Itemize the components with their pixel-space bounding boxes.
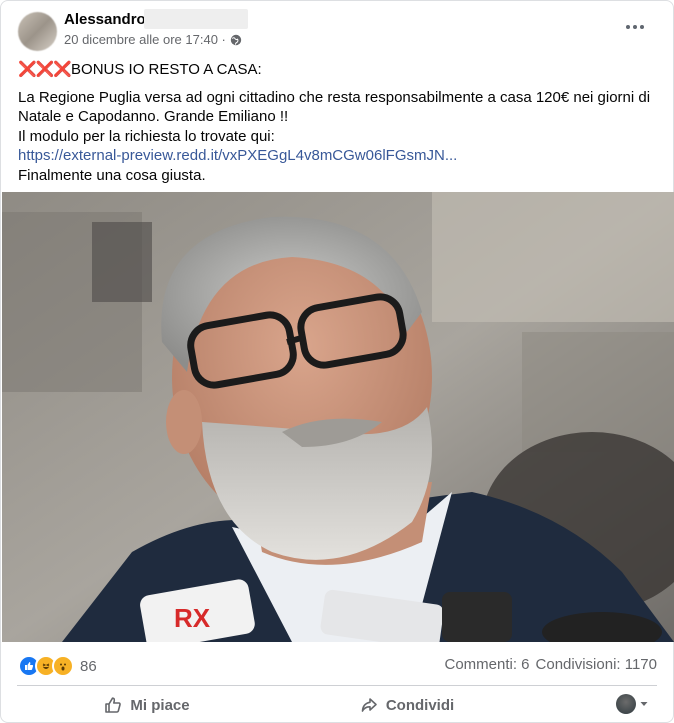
svg-text:RX: RX — [174, 603, 211, 633]
post-photo[interactable]: RX — [2, 192, 674, 642]
post-text-line: Natale e Capodanno. Grande Emiliano !! — [18, 108, 289, 125]
post-headline-line: ❌❌❌BONUS IO RESTO A CASA: — [18, 60, 658, 80]
profile-avatar — [616, 694, 636, 714]
audience-selector[interactable] — [616, 694, 649, 714]
more-options-icon[interactable] — [617, 15, 653, 39]
share-button[interactable]: Condividi — [277, 689, 537, 721]
share-button-label: Condividi — [385, 696, 455, 714]
like-button[interactable]: Mi piace — [17, 689, 277, 721]
shares-count[interactable]: Condivisioni: 1170 — [536, 656, 657, 673]
author-surname-redaction — [144, 9, 248, 29]
cross-mark-icons: ❌❌❌ — [18, 61, 72, 78]
post-closing: Finalmente una cosa giusta. — [18, 166, 206, 184]
chevron-down-icon — [640, 702, 648, 706]
post-text: ❌❌❌BONUS IO RESTO A CASA: La Regione Pug… — [18, 60, 658, 185]
comments-count[interactable]: Commenti: 6 — [445, 656, 530, 673]
share-arrow-icon — [361, 698, 377, 712]
globe-icon — [230, 34, 242, 45]
post-headline: BONUS IO RESTO A CASA: — [71, 61, 262, 78]
like-button-label: Mi piace — [130, 696, 190, 714]
post-link[interactable]: https://external-preview.redd.it/vxPXEGg… — [18, 146, 658, 166]
thumbs-up-icon — [105, 697, 122, 713]
actions-divider — [17, 685, 657, 686]
reaction-count: 86 — [80, 657, 97, 675]
post-card: Alessandro 20 dicembre alle ore 17:40 · … — [0, 0, 674, 723]
post-timestamp[interactable]: 20 dicembre alle ore 17:40 · — [64, 32, 226, 47]
post-text-line: La Regione Puglia versa ad ogni cittadin… — [18, 88, 651, 106]
post-text-line: Il modulo per la richiesta lo trovate qu… — [18, 127, 275, 145]
reactions-summary[interactable]: 86 — [18, 655, 97, 677]
engagement-stats: Commenti: 6 Condivisioni: 1170 — [445, 656, 658, 673]
author-name[interactable]: Alessandro — [64, 11, 146, 28]
post-meta: 20 dicembre alle ore 17:40 · — [64, 32, 242, 47]
post-actions: Mi piace Condividi — [17, 688, 657, 722]
wow-reaction-icon — [52, 655, 74, 677]
author-avatar[interactable] — [18, 12, 57, 51]
